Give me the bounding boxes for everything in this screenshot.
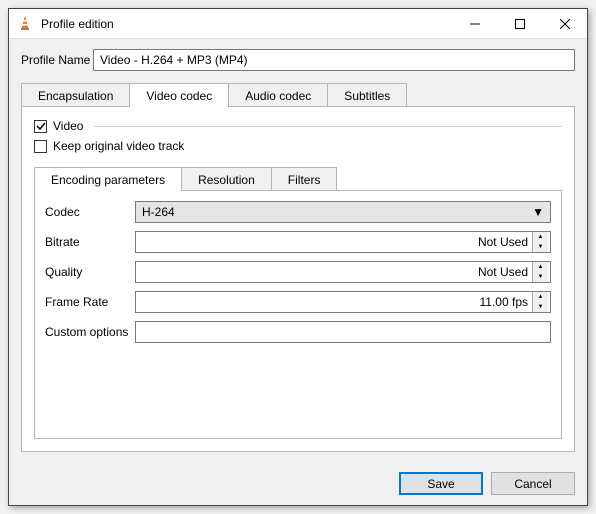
dialog-window: Profile edition Profile Name Encapsulati… — [8, 8, 588, 506]
profile-name-row: Profile Name — [21, 49, 575, 71]
keep-original-label: Keep original video track — [53, 139, 184, 153]
quality-value[interactable] — [142, 264, 532, 280]
window-title: Profile edition — [41, 17, 452, 31]
tab-resolution[interactable]: Resolution — [181, 167, 272, 191]
quality-input[interactable]: ▲ ▼ — [135, 261, 551, 283]
custom-options-input[interactable] — [135, 321, 551, 343]
tab-filters[interactable]: Filters — [271, 167, 338, 191]
video-enable-row: Video — [34, 119, 562, 133]
codec-select[interactable]: H-264 ▼ — [135, 201, 551, 223]
profile-name-label: Profile Name — [21, 53, 93, 67]
keep-original-row: Keep original video track — [34, 139, 562, 153]
bitrate-row: Bitrate ▲ ▼ — [45, 231, 551, 253]
bitrate-input[interactable]: ▲ ▼ — [135, 231, 551, 253]
chevron-down-icon: ▼ — [532, 205, 544, 219]
codec-value: H-264 — [142, 205, 175, 219]
maximize-button[interactable] — [497, 9, 542, 39]
dialog-body: Profile Name Encapsulation Video codec A… — [9, 39, 587, 462]
dialog-footer: Save Cancel — [9, 462, 587, 505]
framerate-row: Frame Rate ▲ ▼ — [45, 291, 551, 313]
framerate-spinner: ▲ ▼ — [532, 292, 548, 312]
quality-row: Quality ▲ ▼ — [45, 261, 551, 283]
close-button[interactable] — [542, 9, 587, 39]
quality-spinner: ▲ ▼ — [532, 262, 548, 282]
video-checkbox[interactable] — [34, 120, 47, 133]
codec-label: Codec — [45, 205, 135, 219]
custom-options-row: Custom options — [45, 321, 551, 343]
encoding-parameters-panel: Codec H-264 ▼ Bitrate ▲ ▼ — [34, 190, 562, 439]
bitrate-spinner: ▲ ▼ — [532, 232, 548, 252]
vlc-icon — [17, 16, 33, 32]
framerate-label: Frame Rate — [45, 295, 135, 309]
tab-audio-codec[interactable]: Audio codec — [228, 83, 328, 107]
bitrate-down-button[interactable]: ▼ — [533, 242, 548, 252]
quality-up-button[interactable]: ▲ — [533, 262, 548, 272]
video-checkbox-label: Video — [53, 119, 83, 133]
titlebar: Profile edition — [9, 9, 587, 39]
bitrate-up-button[interactable]: ▲ — [533, 232, 548, 242]
save-button[interactable]: Save — [399, 472, 483, 495]
cancel-button[interactable]: Cancel — [491, 472, 575, 495]
codec-row: Codec H-264 ▼ — [45, 201, 551, 223]
encoding-tabs: Encoding parameters Resolution Filters — [34, 167, 562, 191]
framerate-value[interactable] — [142, 294, 532, 310]
tab-subtitles[interactable]: Subtitles — [327, 83, 407, 107]
quality-label: Quality — [45, 265, 135, 279]
quality-down-button[interactable]: ▼ — [533, 272, 548, 282]
minimize-button[interactable] — [452, 9, 497, 39]
tab-encoding-parameters[interactable]: Encoding parameters — [34, 167, 182, 191]
custom-options-label: Custom options — [45, 325, 135, 339]
tab-video-codec[interactable]: Video codec — [129, 83, 229, 107]
bitrate-value[interactable] — [142, 234, 532, 250]
framerate-up-button[interactable]: ▲ — [533, 292, 548, 302]
framerate-down-button[interactable]: ▼ — [533, 302, 548, 312]
video-codec-panel: Video Keep original video track Encoding… — [21, 106, 575, 452]
bitrate-label: Bitrate — [45, 235, 135, 249]
codec-tabs: Encapsulation Video codec Audio codec Su… — [21, 83, 575, 107]
framerate-input[interactable]: ▲ ▼ — [135, 291, 551, 313]
tab-encapsulation[interactable]: Encapsulation — [21, 83, 130, 107]
profile-name-input[interactable] — [93, 49, 575, 71]
keep-original-checkbox[interactable] — [34, 140, 47, 153]
